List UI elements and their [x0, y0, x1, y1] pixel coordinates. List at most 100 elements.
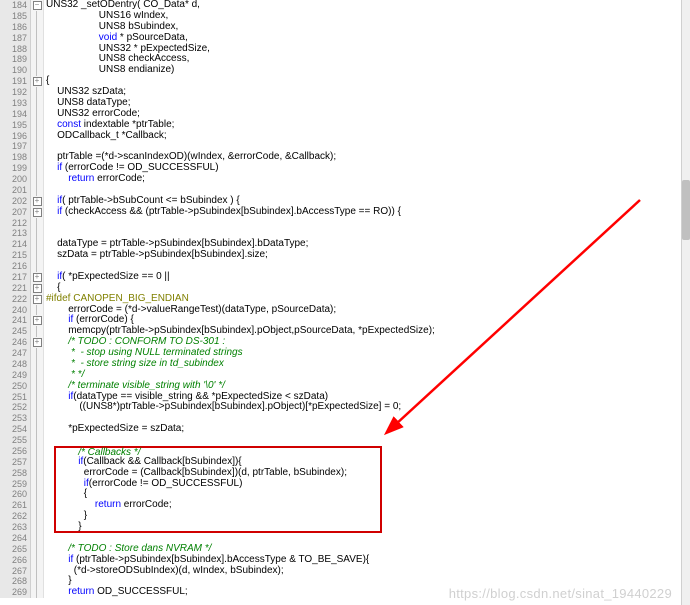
fold-gutter[interactable]: [31, 326, 44, 337]
fold-gutter[interactable]: [31, 533, 44, 544]
fold-gutter[interactable]: [31, 468, 44, 479]
line-number[interactable]: 266: [0, 555, 31, 566]
line-number[interactable]: 214: [0, 239, 31, 250]
line-number[interactable]: 250: [0, 381, 31, 392]
fold-gutter[interactable]: [31, 305, 44, 316]
fold-gutter[interactable]: [31, 228, 44, 239]
line-number[interactable]: 199: [0, 163, 31, 174]
fold-gutter[interactable]: [31, 141, 44, 152]
fold-plus-icon[interactable]: +: [33, 284, 42, 293]
line-number[interactable]: 201: [0, 185, 31, 196]
fold-gutter[interactable]: +: [31, 283, 44, 294]
line-number[interactable]: 191: [0, 76, 31, 87]
code-line[interactable]: 207+ if (checkAccess && (ptrTable->pSubi…: [0, 207, 682, 218]
fold-gutter[interactable]: +: [31, 272, 44, 283]
fold-gutter[interactable]: [31, 152, 44, 163]
line-number[interactable]: 212: [0, 218, 31, 229]
fold-gutter[interactable]: [31, 392, 44, 403]
line-number[interactable]: 194: [0, 109, 31, 120]
fold-plus-icon[interactable]: +: [33, 295, 42, 304]
code-line[interactable]: 248 * - store string size in td_subindex: [0, 359, 682, 370]
fold-gutter[interactable]: −: [31, 0, 44, 11]
code-line[interactable]: 267 (*d->storeODSubIndex)(d, wIndex, bSu…: [0, 566, 682, 577]
fold-gutter[interactable]: [31, 457, 44, 468]
line-number[interactable]: 241: [0, 315, 31, 326]
line-number[interactable]: 260: [0, 489, 31, 500]
fold-gutter[interactable]: [31, 22, 44, 33]
line-number[interactable]: 255: [0, 435, 31, 446]
fold-gutter[interactable]: [31, 185, 44, 196]
line-number[interactable]: 216: [0, 261, 31, 272]
fold-gutter[interactable]: [31, 44, 44, 55]
code-line[interactable]: 200 return errorCode;: [0, 174, 682, 185]
fold-gutter[interactable]: [31, 576, 44, 587]
line-number[interactable]: 207: [0, 207, 31, 218]
code-line[interactable]: 262 }: [0, 511, 682, 522]
fold-gutter[interactable]: [31, 11, 44, 22]
code-line[interactable]: 261 return errorCode;: [0, 500, 682, 511]
line-number[interactable]: 213: [0, 228, 31, 239]
line-number[interactable]: 249: [0, 370, 31, 381]
fold-gutter[interactable]: [31, 33, 44, 44]
line-number[interactable]: 222: [0, 294, 31, 305]
fold-gutter[interactable]: [31, 54, 44, 65]
code-line[interactable]: 255: [0, 435, 682, 446]
fold-gutter[interactable]: +: [31, 315, 44, 326]
line-number[interactable]: 248: [0, 359, 31, 370]
line-number[interactable]: 256: [0, 446, 31, 457]
fold-gutter[interactable]: [31, 163, 44, 174]
line-number[interactable]: 263: [0, 522, 31, 533]
line-number[interactable]: 267: [0, 566, 31, 577]
fold-gutter[interactable]: [31, 65, 44, 76]
fold-gutter[interactable]: [31, 261, 44, 272]
fold-gutter[interactable]: [31, 370, 44, 381]
line-number[interactable]: 258: [0, 468, 31, 479]
line-number[interactable]: 196: [0, 131, 31, 142]
line-number[interactable]: 189: [0, 54, 31, 65]
fold-gutter[interactable]: [31, 424, 44, 435]
line-number[interactable]: 202: [0, 196, 31, 207]
fold-gutter[interactable]: [31, 381, 44, 392]
line-number[interactable]: 187: [0, 33, 31, 44]
code-line[interactable]: 217+ if( *pExpectedSize == 0 ||: [0, 272, 682, 283]
line-number[interactable]: 195: [0, 120, 31, 131]
line-number[interactable]: 215: [0, 250, 31, 261]
line-number[interactable]: 185: [0, 11, 31, 22]
line-number[interactable]: 247: [0, 348, 31, 359]
fold-gutter[interactable]: +: [31, 337, 44, 348]
fold-gutter[interactable]: [31, 489, 44, 500]
fold-gutter[interactable]: [31, 359, 44, 370]
fold-plus-icon[interactable]: +: [33, 208, 42, 217]
line-number[interactable]: 261: [0, 500, 31, 511]
line-number[interactable]: 193: [0, 98, 31, 109]
fold-gutter[interactable]: [31, 109, 44, 120]
line-number[interactable]: 221: [0, 283, 31, 294]
code-line[interactable]: 263 }: [0, 522, 682, 533]
code-line[interactable]: 252 ((UNS8*)ptrTable->pSubindex[bSubinde…: [0, 402, 682, 413]
fold-gutter[interactable]: [31, 87, 44, 98]
fold-gutter[interactable]: +: [31, 76, 44, 87]
fold-gutter[interactable]: [31, 446, 44, 457]
fold-minus-icon[interactable]: −: [33, 1, 42, 10]
line-number[interactable]: 268: [0, 576, 31, 587]
line-number[interactable]: 254: [0, 424, 31, 435]
code-editor[interactable]: 184−UNS32 _setODentry( CO_Data* d,185 UN…: [0, 0, 682, 605]
fold-gutter[interactable]: [31, 413, 44, 424]
line-number[interactable]: 246: [0, 337, 31, 348]
line-number[interactable]: 192: [0, 87, 31, 98]
line-number[interactable]: 265: [0, 544, 31, 555]
fold-gutter[interactable]: [31, 402, 44, 413]
fold-gutter[interactable]: [31, 174, 44, 185]
fold-gutter[interactable]: [31, 131, 44, 142]
fold-gutter[interactable]: [31, 218, 44, 229]
code-line[interactable]: 212: [0, 218, 682, 229]
fold-gutter[interactable]: [31, 566, 44, 577]
line-number[interactable]: 217: [0, 272, 31, 283]
line-number[interactable]: 186: [0, 22, 31, 33]
fold-gutter[interactable]: [31, 435, 44, 446]
code-line[interactable]: 259 if(errorCode != OD_SUCCESSFUL): [0, 479, 682, 490]
code-line[interactable]: 190 UNS8 endianize): [0, 65, 682, 76]
fold-plus-icon[interactable]: +: [33, 77, 42, 86]
fold-gutter[interactable]: [31, 348, 44, 359]
fold-plus-icon[interactable]: +: [33, 316, 42, 325]
